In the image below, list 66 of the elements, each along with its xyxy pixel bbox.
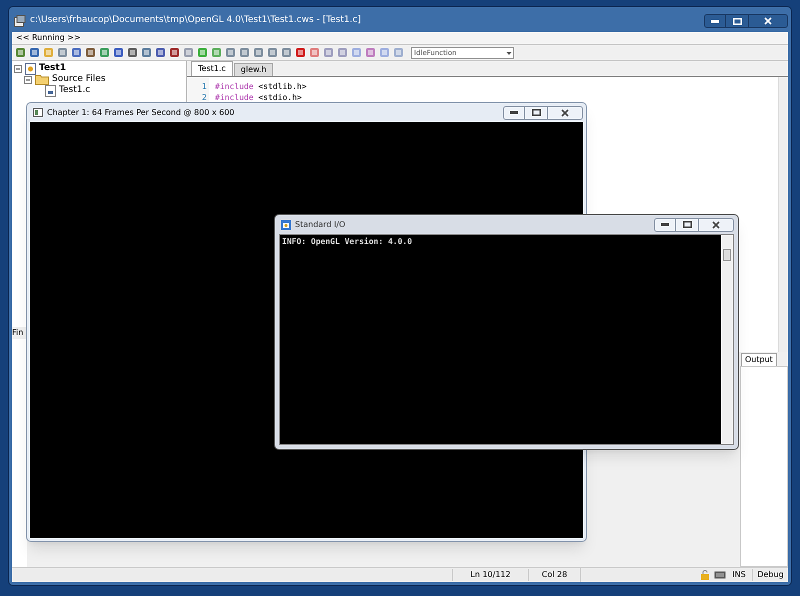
line-number: 1 (202, 81, 207, 92)
minimize-icon (510, 111, 518, 114)
toolbar-icon[interactable] (155, 47, 166, 58)
window-icon (33, 108, 43, 117)
status-text: Debug (752, 569, 788, 581)
minimize-button[interactable] (654, 218, 676, 232)
expander-box[interactable] (14, 64, 22, 72)
status-text: Col 28 (528, 569, 580, 581)
toolbar-icon[interactable] (169, 47, 180, 58)
toolbar-icon[interactable] (57, 47, 68, 58)
toolbar-icon[interactable] (113, 47, 124, 58)
editor-tab[interactable]: glew.h (234, 63, 274, 76)
maximize-icon (732, 18, 742, 24)
lock-icon (700, 570, 710, 580)
maximize-icon (682, 221, 692, 228)
console-line: INFO: OpenGL Version: 4.0.0 (282, 237, 414, 247)
tree-item[interactable]: Test1.c (59, 85, 90, 96)
toolbar-icon[interactable] (127, 47, 138, 58)
code-line: #include <stdio.h> (215, 92, 303, 103)
console-icon (281, 220, 291, 230)
panel-title: Fin (12, 327, 24, 339)
output-tab[interactable]: Output (741, 353, 777, 366)
maximize-icon (532, 109, 540, 116)
toolbar-icon[interactable] (71, 47, 82, 58)
minimize-button[interactable] (704, 14, 726, 28)
scroll-thumb[interactable] (723, 249, 731, 261)
tree-item[interactable]: Source Files (52, 74, 106, 85)
minimize-icon (661, 223, 669, 226)
line-number: 2 (202, 92, 207, 103)
toolbar-icon[interactable] (225, 47, 236, 58)
maximize-button[interactable] (726, 14, 748, 28)
code-line: #include <stdlib.h> (215, 81, 308, 92)
toolbar-icon[interactable] (99, 47, 110, 58)
expander-box[interactable] (24, 76, 32, 84)
menu-item[interactable]: << Running >> (16, 32, 81, 44)
minimize-icon (711, 20, 719, 22)
toolbar-icon[interactable] (15, 47, 26, 58)
folder-icon (35, 74, 49, 85)
maximize-button[interactable] (676, 218, 698, 232)
toolbar-icon[interactable] (253, 47, 264, 58)
minimize-button[interactable] (503, 106, 525, 120)
toolbar-icon[interactable] (365, 47, 376, 58)
status-text: Ln 10/112 (452, 569, 528, 581)
close-button[interactable] (547, 106, 583, 120)
toolbar-icon[interactable] (29, 47, 40, 58)
close-icon (764, 17, 772, 25)
toolbar-icon[interactable] (141, 47, 152, 58)
keyboard-icon (714, 571, 726, 579)
toolbar-icon[interactable] (267, 47, 278, 58)
close-button[interactable] (698, 218, 734, 232)
status-text: INS (731, 569, 747, 581)
window-title: Standard I/O (295, 218, 346, 230)
window-title: Chapter 1: 64 Frames Per Second @ 800 x 600 (47, 106, 236, 118)
tree-item[interactable]: Test1 (39, 63, 66, 74)
close-button[interactable] (748, 14, 788, 28)
maximize-button[interactable] (525, 106, 547, 120)
app-icon (14, 15, 26, 27)
editor-tab[interactable]: Test1.c (191, 61, 233, 76)
toolbar-icon[interactable] (85, 47, 96, 58)
c-file-icon (45, 84, 56, 96)
close-icon (561, 108, 569, 116)
window-title: c:\Users\frbaucop\Documents\tmp\OpenGL 4.0\Test1\Test1.cws - [Test1.c] (30, 14, 362, 28)
toolbar-icon[interactable] (239, 47, 250, 58)
toolbar-icon[interactable] (281, 47, 292, 58)
toolbar-icon[interactable] (295, 47, 306, 58)
close-icon (712, 220, 720, 228)
